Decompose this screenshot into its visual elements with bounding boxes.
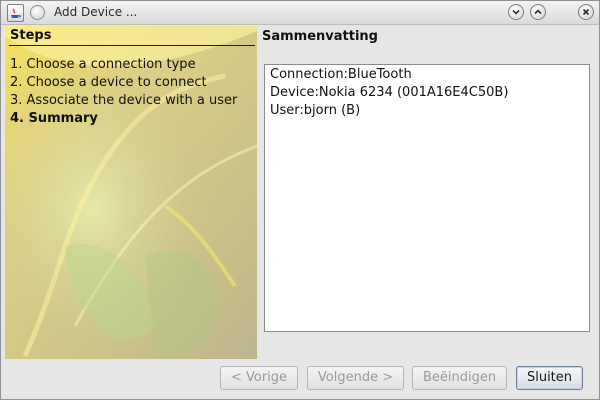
steps-divider <box>9 45 255 46</box>
summary-title: Sammenvatting <box>262 29 378 44</box>
summary-device: Device:Nokia 6234 (001A16E4C50B) <box>270 85 509 100</box>
next-button[interactable]: Volgende > <box>307 366 404 390</box>
add-device-dialog: Add Device ... Steps 1. Choose a connect… <box>0 0 600 400</box>
title-bar[interactable]: Add Device ... <box>1 1 599 25</box>
close-button[interactable]: Sluiten <box>516 366 583 390</box>
steps-list: 1. Choose a connection type 2. Choose a … <box>10 56 237 128</box>
java-app-icon[interactable] <box>7 4 24 22</box>
summary-connection: Connection:BlueTooth <box>270 67 412 82</box>
step-item-associate-user: 3. Associate the device with a user <box>10 93 238 108</box>
window-menu-icon[interactable] <box>30 5 45 20</box>
finish-button[interactable]: Beëindigen <box>412 366 507 390</box>
step-item-summary: 4. Summary <box>10 111 98 126</box>
window-title: Add Device ... <box>54 5 138 19</box>
steps-panel: Steps 1. Choose a connection type 2. Cho… <box>5 26 257 359</box>
steps-heading: Steps <box>10 28 52 43</box>
previous-button[interactable]: < Vorige <box>220 366 298 390</box>
close-icon[interactable] <box>578 4 594 20</box>
minimize-icon[interactable] <box>508 4 524 20</box>
summary-text-area[interactable]: Connection:BlueTooth Device:Nokia 6234 (… <box>264 64 590 332</box>
summary-user: User:bjorn (B) <box>270 103 361 118</box>
maximize-icon[interactable] <box>530 4 546 20</box>
step-item-connection-type: 1. Choose a connection type <box>10 57 196 72</box>
step-item-device: 2. Choose a device to connect <box>10 75 207 90</box>
